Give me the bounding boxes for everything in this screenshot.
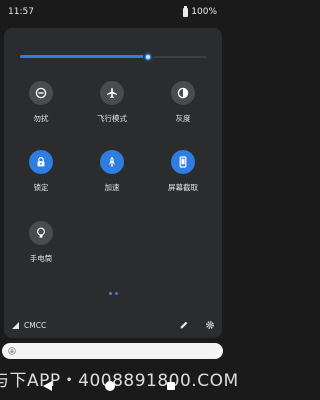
carrier-name: CMCC xyxy=(24,321,47,330)
tile-flashlight[interactable]: 手电筒 xyxy=(6,221,76,264)
recent-apps-icon[interactable] xyxy=(167,382,175,390)
tile-flashlight-circle xyxy=(29,221,53,245)
edit-icon[interactable] xyxy=(179,320,189,330)
tile-grayscale[interactable]: 灰度 xyxy=(148,81,218,124)
status-bar: 11:57 100% xyxy=(0,0,225,26)
signal-icon xyxy=(12,322,19,329)
brightness-slider[interactable] xyxy=(20,52,206,62)
search-bar[interactable] xyxy=(2,343,223,359)
tile-screenshot[interactable]: 屏幕截取 xyxy=(148,150,218,193)
brightness-thumb[interactable] xyxy=(143,52,153,62)
lock-icon xyxy=(37,157,45,167)
flashlight-icon xyxy=(36,227,46,238)
watermark-text: 与下APP・4008891800.COM xyxy=(0,371,239,391)
grayscale-icon xyxy=(177,87,189,99)
navigation-bar: 与下APP・4008891800.COM xyxy=(0,362,238,400)
tile-label: 屏幕截取 xyxy=(168,183,198,192)
tile-label: 锁定 xyxy=(33,183,49,192)
gear-icon[interactable] xyxy=(205,320,215,330)
status-time: 11:57 xyxy=(8,7,34,17)
tile-grayscale-circle xyxy=(171,81,195,105)
brightness-fill xyxy=(20,55,148,58)
tile-label: 灰度 xyxy=(175,114,191,123)
airplane-icon xyxy=(107,87,117,98)
battery-icon xyxy=(183,6,189,17)
tile-label: 飞行模式 xyxy=(97,114,127,123)
tile-airplane-mode[interactable]: 飞行模式 xyxy=(77,81,147,124)
page-dot xyxy=(109,292,112,295)
tile-boost[interactable]: 加速 xyxy=(77,150,147,193)
tile-lock-circle xyxy=(29,150,53,174)
tile-label: 加速 xyxy=(104,183,120,192)
tile-label: 勿扰 xyxy=(33,114,49,123)
tile-boost-circle xyxy=(100,150,124,174)
page-indicator xyxy=(109,292,118,295)
tile-screenshot-circle xyxy=(171,150,195,174)
tile-airplane-circle xyxy=(100,81,124,105)
tile-do-not-disturb[interactable]: 勿扰 xyxy=(6,81,76,124)
page-dot xyxy=(115,292,118,295)
lock-icon xyxy=(8,347,16,355)
back-icon[interactable] xyxy=(43,381,52,391)
rocket-icon xyxy=(108,156,116,167)
quick-settings-footer: CMCC xyxy=(4,316,222,336)
screenshot-icon xyxy=(179,156,187,168)
tile-label: 手电筒 xyxy=(29,254,53,263)
tile-lock[interactable]: 锁定 xyxy=(6,150,76,193)
battery-percent: 100% xyxy=(191,7,217,17)
do-not-disturb-icon xyxy=(35,87,47,99)
carrier-info: CMCC xyxy=(12,321,46,330)
status-right: 100% xyxy=(183,6,217,17)
quick-settings-panel: 勿扰 飞行模式 灰度 锁定 加速 屏幕截取 手电筒 CMCC xyxy=(4,28,222,338)
tile-dnd-circle xyxy=(29,81,53,105)
home-icon[interactable] xyxy=(105,381,115,391)
